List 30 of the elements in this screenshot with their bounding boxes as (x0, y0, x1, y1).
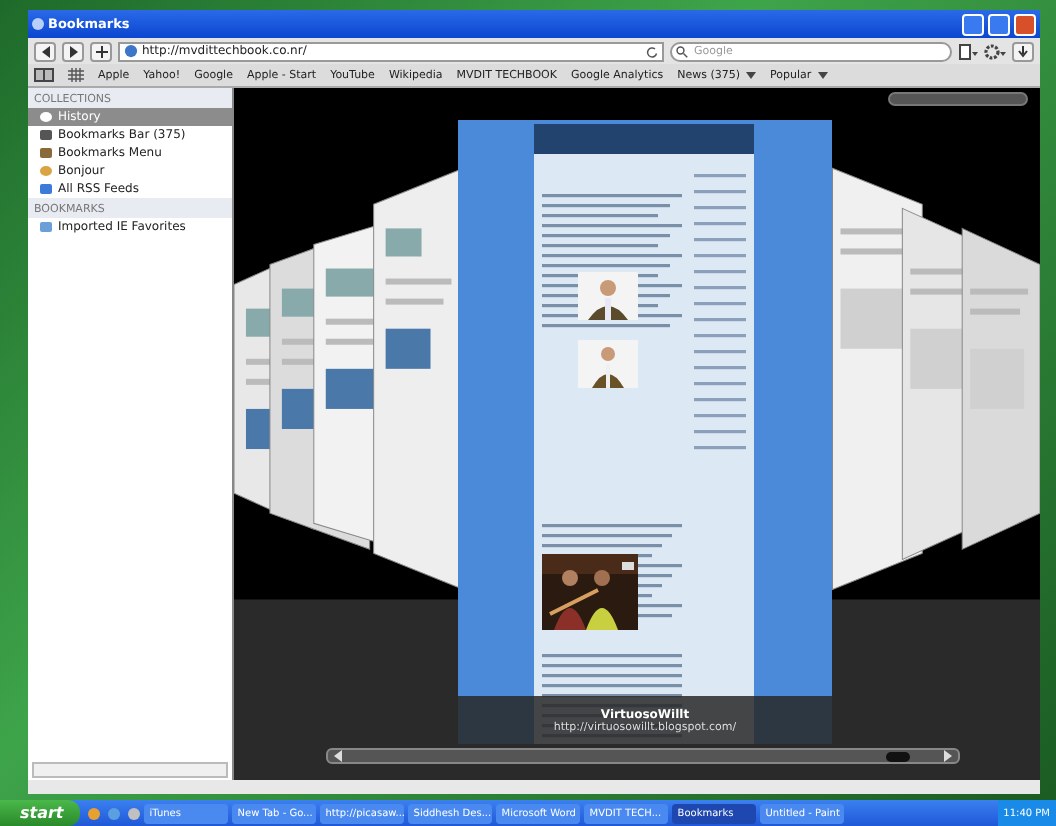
caret-icon (746, 71, 757, 79)
settings-icon[interactable] (984, 43, 1006, 59)
page-menu-icon[interactable] (958, 43, 978, 59)
download-button[interactable] (1012, 41, 1034, 61)
back-button[interactable] (34, 41, 56, 61)
minimize-button[interactable] (962, 13, 984, 35)
page-thumbnails-drawing[interactable] (832, 167, 1040, 590)
caret-icon (817, 71, 828, 79)
disc-icon[interactable] (127, 807, 140, 819)
maximize-button[interactable] (988, 13, 1010, 35)
scroll-thumb[interactable] (886, 751, 910, 761)
right-arrow-icon[interactable] (942, 750, 954, 762)
globe-icon (124, 44, 138, 58)
right-arrow-icon (67, 45, 79, 57)
add-bookmark-button[interactable] (90, 41, 112, 61)
cover-flow-scrollbar[interactable] (326, 748, 960, 764)
down-arrow-icon (1018, 45, 1028, 57)
page-thumbnails-drawing[interactable] (234, 167, 464, 590)
forward-button[interactable] (62, 41, 84, 61)
horizontal-scrollbar[interactable] (32, 762, 228, 778)
plus-icon (95, 45, 107, 57)
search-icon (676, 45, 688, 57)
book-icon[interactable] (34, 68, 54, 82)
left-arrow-icon[interactable] (332, 750, 344, 762)
left-arrow-icon (39, 45, 51, 57)
grid-icon[interactable] (68, 68, 84, 82)
close-button[interactable] (1014, 13, 1036, 35)
reload-icon[interactable] (646, 45, 658, 57)
app-icon (32, 18, 44, 30)
search-field[interactable] (888, 92, 1028, 106)
